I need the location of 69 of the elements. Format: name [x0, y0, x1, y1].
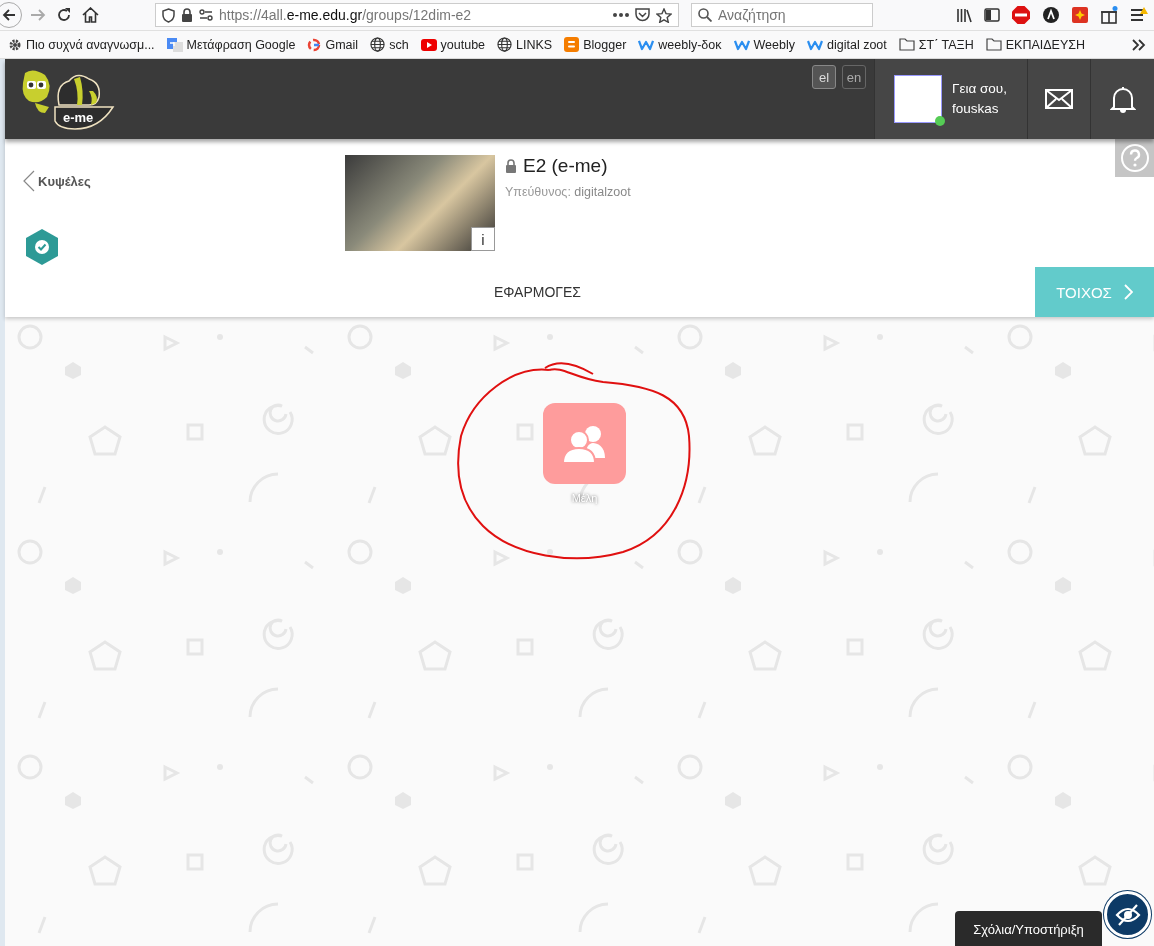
eye-slash-icon: [1114, 903, 1141, 926]
bookmark-item[interactable]: Weebly: [733, 37, 795, 52]
youtube-icon: [420, 38, 437, 51]
language-button[interactable]: el: [812, 65, 836, 89]
search-field[interactable]: Αναζήτηση: [691, 3, 873, 27]
library-icon[interactable]: [956, 7, 972, 23]
home-button[interactable]: [80, 5, 101, 25]
reload-icon: [56, 7, 72, 23]
accessibility-button[interactable]: [1104, 891, 1151, 938]
translate-icon: [166, 37, 183, 52]
help-button[interactable]: [1115, 139, 1154, 177]
bell-icon: [1109, 85, 1136, 113]
verified-badge-icon: [23, 228, 61, 266]
chevron-left-icon: [23, 170, 35, 192]
user-panel[interactable]: Γεια σου, fouskas: [874, 59, 1028, 139]
info-button[interactable]: i: [471, 227, 495, 251]
bookmark-item[interactable]: sch: [370, 37, 409, 52]
envelope-icon: [1045, 89, 1073, 109]
section-title: ΕΦΑΡΜΟΓΕΣ: [492, 284, 582, 300]
notifications-button[interactable]: [1091, 59, 1154, 139]
bookmark-item[interactable]: LINKS: [497, 37, 553, 52]
menu-icon[interactable]: [1130, 7, 1148, 23]
group-title: E2 (e-me): [523, 155, 608, 177]
folder-icon: [898, 38, 915, 51]
e-me-logo[interactable]: e-me: [19, 67, 115, 131]
bookmark-item[interactable]: Μετάφραση Google: [166, 37, 296, 52]
chevron-icon[interactable]: [1132, 38, 1146, 51]
weebly-icon: [733, 38, 750, 51]
bookmark-item[interactable]: ΣΤ΄ ΤΑΞΗ: [898, 37, 974, 52]
feedback-button[interactable]: Σχόλια/Υποστήριξη: [955, 911, 1102, 946]
forward-arrow-icon: [30, 8, 46, 22]
bookmark-item[interactable]: Gmail: [307, 37, 359, 52]
back-arrow-icon: [2, 8, 16, 22]
url-text: https://4all.e-me.edu.gr/groups/12dim-e2: [219, 7, 473, 23]
search-icon: [698, 8, 712, 22]
weebly-icon: [638, 38, 655, 51]
greeting-text: Γεια σου, fouskas: [952, 80, 1007, 118]
gift-icon[interactable]: [1100, 6, 1118, 24]
extension-icon[interactable]: [1042, 6, 1060, 24]
star-icon[interactable]: [656, 7, 672, 23]
shield-icon: [162, 7, 175, 23]
lock-icon: [181, 8, 193, 22]
app-launcher[interactable]: Μέλη: [543, 403, 626, 946]
home-icon: [82, 7, 99, 23]
sidebar-icon[interactable]: [984, 8, 1000, 22]
more-icon[interactable]: [613, 13, 629, 17]
weebly-icon: [807, 38, 823, 51]
pocket-icon[interactable]: [635, 8, 650, 22]
globe-icon: [370, 37, 386, 52]
globe-icon: [497, 37, 513, 52]
address-bar[interactable]: https://4all.e-me.edu.gr/groups/12dim-e2: [155, 3, 679, 27]
messages-button[interactable]: [1028, 59, 1091, 139]
back-link[interactable]: Κυψέλες: [23, 170, 345, 192]
bookmark-item[interactable]: weebly-δοκ: [638, 37, 722, 52]
gear-icon: [8, 37, 22, 52]
permissions-icon: [199, 9, 213, 21]
language-button[interactable]: en: [842, 65, 866, 89]
bookmark-item[interactable]: Blogger: [564, 37, 627, 52]
bookmark-item[interactable]: ΕΚΠΑΙΔΕΥΣΗ: [985, 37, 1086, 52]
blogger-icon: [564, 37, 580, 52]
adblock-icon[interactable]: [1012, 6, 1030, 24]
folder-icon: [985, 38, 1002, 51]
bookmark-item[interactable]: youtube: [420, 37, 486, 52]
bookmark-item[interactable]: digital zoot: [807, 37, 887, 52]
bookmark-item[interactable]: Πιο συχνά αναγνωσμ...: [8, 37, 155, 52]
owner-text: Υπεύθυνος: digitalzoot: [505, 185, 631, 199]
help-icon: [1119, 143, 1150, 173]
members-icon: [543, 403, 626, 484]
chevron-right-icon: [1123, 284, 1133, 300]
